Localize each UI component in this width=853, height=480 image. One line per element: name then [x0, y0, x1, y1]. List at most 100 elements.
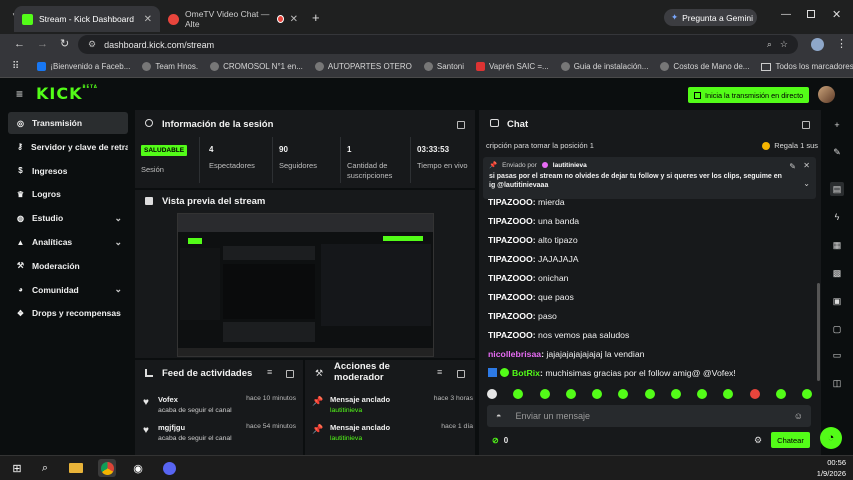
help-chat-button[interactable]: ◔	[820, 427, 842, 449]
edit-icon[interactable]: ✎	[830, 145, 844, 159]
filter-icon[interactable]: ≡	[437, 367, 442, 377]
chat-username[interactable]: BotRix	[512, 368, 540, 378]
kick-logo[interactable]: KICKBETA	[36, 84, 98, 103]
minimize-button[interactable]: —	[781, 9, 791, 20]
bookmark-facebook[interactable]: ¡Bienvenido a Faceb...	[31, 62, 136, 71]
emote-icon[interactable]	[592, 389, 602, 399]
emote-icon[interactable]	[513, 389, 524, 399]
sidebar-item[interactable]: ♛ Logros	[8, 183, 128, 205]
emoji-icon[interactable]: ☺	[794, 411, 803, 421]
bookmark-autopartes[interactable]: AUTOPARTES OTERO	[309, 62, 418, 71]
chat-username[interactable]: TIPAZOOO	[488, 235, 533, 245]
emote-icon[interactable]	[539, 389, 550, 399]
avatar[interactable]	[818, 86, 835, 103]
stream-preview-video[interactable]	[177, 213, 434, 357]
widget-list-icon[interactable]: ▦	[830, 238, 844, 252]
widget-box-icon[interactable]: ▢	[830, 322, 844, 336]
bookmark-vapren[interactable]: Vaprén SAIC =...	[470, 62, 555, 71]
emote-icon[interactable]	[644, 389, 655, 399]
chat-username[interactable]: TIPAZOOO	[488, 311, 533, 321]
emote-icon[interactable]	[618, 389, 629, 399]
chat-settings-icon[interactable]: ⚙	[754, 435, 762, 446]
sidebar-item[interactable]: ◕ Comunidad ⌄	[8, 279, 128, 301]
mask-icon[interactable]: ◓	[496, 411, 501, 421]
tab-kick-dashboard[interactable]: Stream - Kick Dashboard ✕	[14, 6, 160, 32]
chrome-taskbar-icon[interactable]	[98, 459, 116, 477]
expand-icon[interactable]	[802, 121, 810, 129]
tab-ometv[interactable]: OmeTV Video Chat — Alte ✕	[160, 6, 306, 32]
expand-icon[interactable]	[286, 370, 294, 378]
windows-start-icon[interactable]: ⊞	[8, 459, 26, 477]
address-bar[interactable]: ⚙ dashboard.kick.com/stream ⌕ ☆	[78, 35, 798, 54]
widget-chat-icon[interactable]: ▤	[830, 182, 844, 196]
chat-username[interactable]: TIPAZOOO	[488, 292, 533, 302]
widget-misc-icon[interactable]: ◫	[830, 376, 844, 390]
gift-button[interactable]: Regala 1 sus	[762, 141, 818, 150]
file-explorer-icon[interactable]	[67, 459, 85, 477]
widget-panel-icon[interactable]: ▣	[830, 294, 844, 308]
lightning-icon[interactable]: ϟ	[830, 210, 844, 224]
bookmark-star-icon[interactable]: ☆	[780, 39, 788, 50]
chevron-down-icon[interactable]: ⌄	[803, 179, 810, 188]
pinned-user[interactable]: lautitinieva	[553, 162, 587, 169]
mod-user[interactable]: lautitinieva	[330, 407, 390, 414]
chat-username[interactable]: TIPAZOOO	[488, 216, 533, 226]
send-chat-button[interactable]: Chatear	[771, 432, 810, 448]
maximize-button[interactable]	[807, 10, 815, 18]
bookmark-guia[interactable]: Guia de instalación...	[555, 62, 655, 71]
close-pin-icon[interactable]: ✕	[803, 161, 810, 170]
points-display[interactable]: ⊘ 0	[492, 436, 508, 445]
chat-username[interactable]: TIPAZOOO	[488, 273, 533, 283]
chat-username[interactable]: TIPAZOOO	[488, 254, 533, 264]
emote-icon[interactable]	[565, 389, 576, 399]
app-icon[interactable]: ◉	[129, 459, 147, 477]
hamburger-menu-icon[interactable]: ≡	[16, 87, 23, 101]
bookmark-team[interactable]: Team Hnos.	[136, 62, 204, 71]
mod-user[interactable]: lautitinieva	[330, 435, 390, 442]
site-info-icon[interactable]: ⚙	[88, 39, 96, 50]
search-icon[interactable]: ⌕	[36, 459, 54, 477]
emote-icon[interactable]	[697, 389, 707, 399]
taskbar-clock[interactable]: 00:56 1/9/2026	[808, 458, 846, 479]
feed-user[interactable]: mgjfjgu	[158, 423, 232, 432]
add-widget-icon[interactable]: +	[830, 118, 844, 132]
chat-username[interactable]: nicollebrisaa	[488, 349, 541, 359]
app-icon-2[interactable]	[160, 459, 178, 477]
new-tab-button[interactable]: +	[312, 10, 320, 25]
close-tab-icon[interactable]: ✕	[290, 14, 298, 25]
start-stream-button[interactable]: Inicia la transmisión en directo	[688, 87, 809, 103]
forward-icon[interactable]: →	[37, 38, 48, 50]
widget-grid-icon[interactable]: ▩	[830, 266, 844, 280]
reload-icon[interactable]: ↻	[60, 37, 69, 50]
chat-input[interactable]: ◓ Enviar un mensaje ☺	[487, 405, 811, 427]
emote-icon[interactable]	[802, 389, 812, 399]
unpin-icon[interactable]: ✎	[789, 162, 796, 171]
back-icon[interactable]: ←	[14, 38, 25, 50]
menu-icon[interactable]: ⋮	[836, 37, 847, 50]
apps-icon[interactable]: ⠿	[0, 61, 31, 72]
emote-icon[interactable]	[487, 389, 497, 399]
chat-username[interactable]: TIPAZOOO	[488, 197, 533, 207]
gemini-button[interactable]: ✦ Pregunta a Gemini	[664, 9, 757, 26]
sidebar-item[interactable]: ⚷ Servidor y clave de retrans	[8, 136, 128, 158]
feed-user[interactable]: Vofex	[158, 395, 232, 404]
bookmark-santoni[interactable]: Santoni	[418, 62, 470, 71]
chat-scrollbar[interactable]	[817, 283, 820, 381]
bookmark-costos[interactable]: Costos de Mano de...	[654, 62, 755, 71]
sidebar-item[interactable]: ❖ Drops y recompensas	[8, 302, 128, 324]
sidebar-item[interactable]: $ Ingresos	[8, 160, 128, 182]
emote-icon[interactable]	[670, 389, 681, 399]
url-text[interactable]: dashboard.kick.com/stream	[104, 40, 214, 50]
emote-icon[interactable]	[775, 389, 786, 399]
filter-icon[interactable]: ≡	[267, 367, 272, 377]
sidebar-item[interactable]: ⚒ Moderación	[8, 255, 128, 277]
expand-icon[interactable]	[457, 121, 465, 129]
bookmark-cromosol[interactable]: CROMOSOL N°1 en...	[204, 62, 309, 71]
extensions-icon[interactable]	[811, 38, 824, 51]
sidebar-item[interactable]: ▲ Analíticas ⌄	[8, 231, 128, 253]
close-window-button[interactable]: ✕	[832, 8, 841, 21]
all-bookmarks[interactable]: Todos los marcadores	[755, 62, 853, 71]
sidebar-item[interactable]: ◍ Estudio ⌄	[8, 207, 128, 229]
zoom-icon[interactable]: ⌕	[767, 39, 772, 50]
chat-username[interactable]: TIPAZOOO	[488, 330, 533, 340]
